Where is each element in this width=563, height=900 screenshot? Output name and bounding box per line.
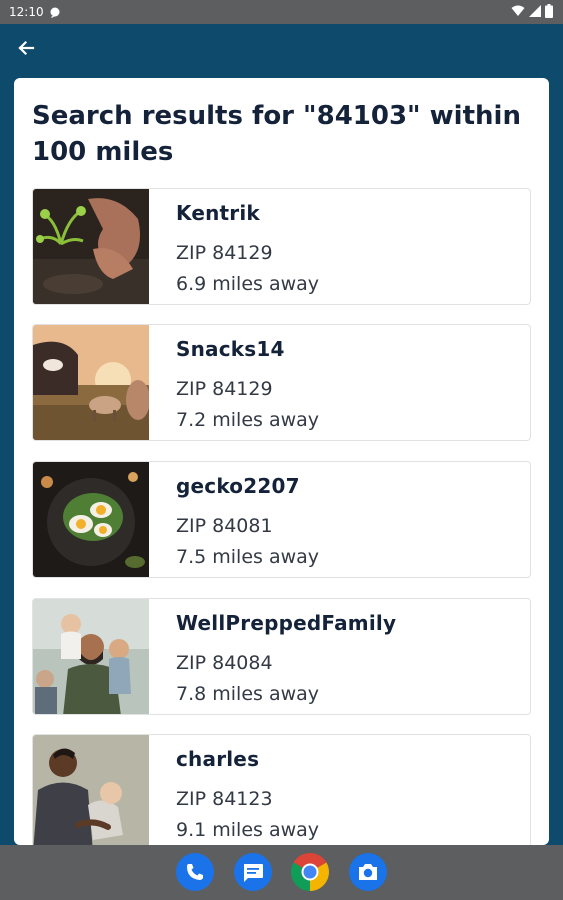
page-title: Search results for "84103" within 100 mi…: [32, 101, 521, 167]
navigation-dock: [0, 845, 563, 900]
result-zip: ZIP 84084: [176, 652, 273, 674]
back-button[interactable]: [14, 36, 38, 60]
result-name: charles: [176, 747, 260, 771]
result-item[interactable]: Snacks14 ZIP 84129 7.2 miles away: [32, 324, 531, 441]
result-photo: [33, 189, 149, 304]
result-zip: ZIP 84081: [176, 515, 273, 537]
status-bar: 12:10: [0, 0, 563, 24]
battery-icon: [545, 4, 553, 21]
result-photo: [33, 462, 149, 577]
app-bar: [0, 24, 563, 72]
status-time: 12:10: [9, 5, 44, 19]
arrow-back-icon: [18, 40, 35, 56]
result-item[interactable]: charles ZIP 84123 9.1 miles away: [32, 734, 531, 845]
chrome-icon[interactable]: [291, 853, 329, 891]
result-zip: ZIP 84129: [176, 242, 273, 264]
result-name: Snacks14: [176, 337, 285, 361]
result-item[interactable]: Kentrik ZIP 84129 6.9 miles away: [32, 188, 531, 305]
result-photo: [33, 325, 149, 440]
result-distance: 7.8 miles away: [176, 683, 320, 705]
result-distance: 7.2 miles away: [176, 409, 320, 431]
result-item[interactable]: gecko2207 ZIP 84081 7.5 miles away: [32, 461, 531, 578]
phone-icon[interactable]: [176, 853, 214, 891]
result-distance: 7.5 miles away: [176, 546, 320, 568]
result-name: gecko2207: [176, 474, 300, 498]
result-distance: 9.1 miles away: [176, 819, 320, 841]
result-zip: ZIP 84129: [176, 378, 273, 400]
result-name: WellPreppedFamily: [176, 611, 397, 635]
result-item[interactable]: WellPreppedFamily ZIP 84084 7.8 miles aw…: [32, 598, 531, 715]
result-zip: ZIP 84123: [176, 788, 273, 810]
result-photo: [33, 599, 149, 714]
result-name: Kentrik: [176, 201, 260, 225]
messages-icon[interactable]: [234, 853, 272, 891]
result-photo: [33, 735, 149, 845]
wifi-icon: [511, 5, 525, 20]
signal-icon: [529, 5, 541, 20]
result-distance: 6.9 miles away: [176, 273, 320, 295]
notification-icon: [49, 6, 61, 18]
camera-icon[interactable]: [349, 853, 387, 891]
results-card: Search results for "84103" within 100 mi…: [14, 78, 549, 845]
